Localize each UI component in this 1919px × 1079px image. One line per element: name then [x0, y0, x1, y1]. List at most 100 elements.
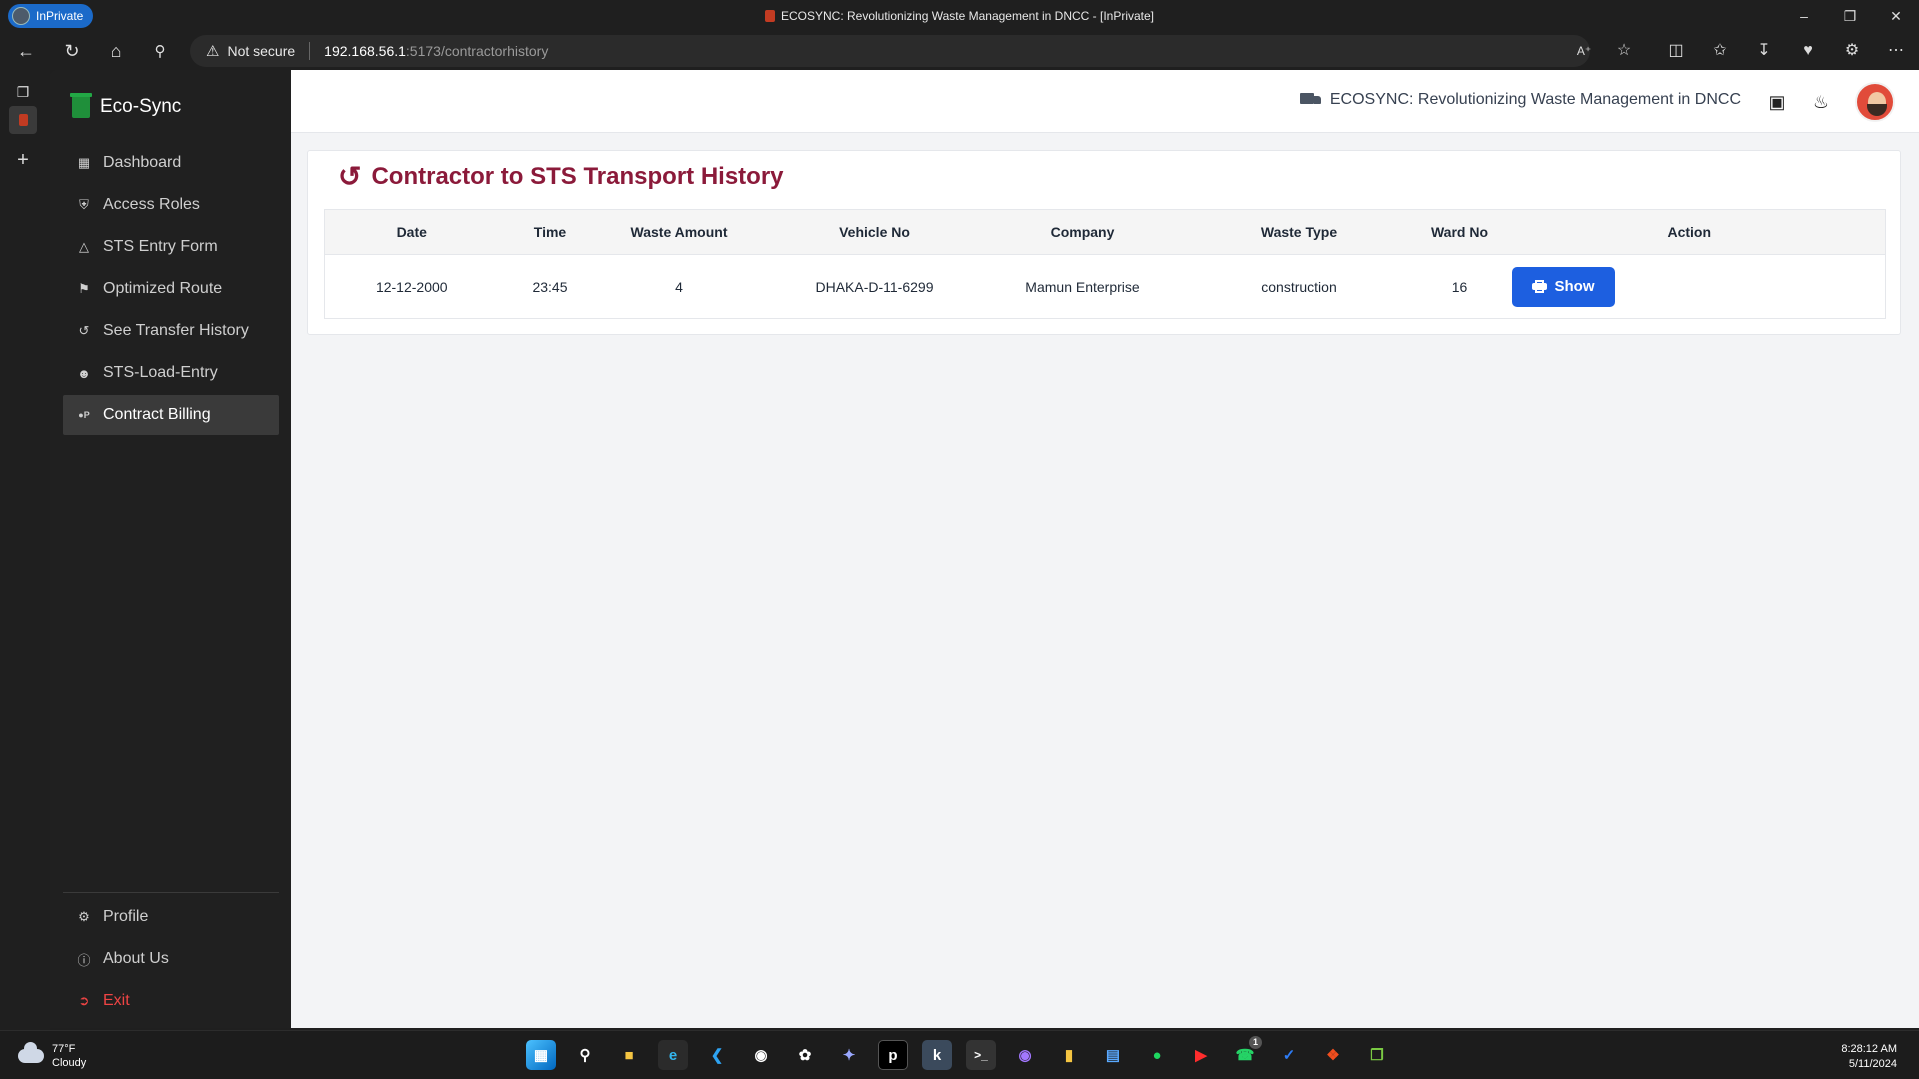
address-bar[interactable]: ⚠ Not secure 192.168.56.1:5173/contracto…: [190, 35, 1590, 67]
figma-icon[interactable]: ❖: [1318, 1040, 1348, 1070]
show-button-label: Show: [1554, 278, 1595, 295]
site-title-text: ECOSYNC: Revolutionizing Waste Managemen…: [1329, 91, 1741, 108]
windows-start-icon[interactable]: ▦: [526, 1040, 556, 1070]
sidebar-item-about-us[interactable]: ⓘ About Us: [63, 939, 279, 979]
new-tab-icon[interactable]: +: [9, 146, 37, 174]
more-menu-icon[interactable]: ⋯: [1885, 40, 1907, 62]
extensions-icon[interactable]: ⚙: [1841, 40, 1863, 62]
sidebar-nav: ▦ Dashboard ⛨ Access Roles △ STS Entry F…: [63, 143, 279, 437]
printer-icon: [1531, 280, 1547, 293]
brand[interactable]: Eco-Sync: [70, 93, 182, 118]
history-icon: ↺: [78, 323, 90, 338]
k-app-icon[interactable]: k: [922, 1040, 952, 1070]
notepad-icon[interactable]: ▤: [1098, 1040, 1128, 1070]
top-header: ECOSYNC: Revolutionizing Waste Managemen…: [291, 70, 1919, 133]
sidebar-item-label: Access Roles: [103, 196, 200, 213]
logout-icon: ➲: [78, 993, 90, 1008]
file-explorer-icon[interactable]: ■: [614, 1040, 644, 1070]
cell-date: 12-12-2000: [375, 278, 448, 295]
github-desktop-icon[interactable]: ◉: [1010, 1040, 1040, 1070]
sidebar-item-label: STS-Load-Entry: [103, 364, 218, 381]
cell-company: Mamun Enterprise: [1025, 278, 1140, 295]
url-path: :5173/contractorhistory: [405, 43, 549, 59]
favorites-icon[interactable]: ✩: [1709, 40, 1731, 62]
restore-icon[interactable]: ❐: [1827, 0, 1873, 32]
android-studio-icon[interactable]: ❒: [1362, 1040, 1392, 1070]
security-label[interactable]: Not secure: [227, 43, 295, 59]
pycharm-icon[interactable]: p: [878, 1040, 908, 1070]
tab-actions-icon[interactable]: ❐: [9, 78, 37, 106]
vscode-icon[interactable]: ❮: [702, 1040, 732, 1070]
todo-icon[interactable]: ✓: [1274, 1040, 1304, 1070]
sticky-notes-icon[interactable]: ▮: [1054, 1040, 1084, 1070]
whatsapp-icon[interactable]: ☎ 1: [1230, 1036, 1262, 1070]
column-header-company: Company: [1050, 224, 1115, 240]
youtube-icon[interactable]: ▶: [1186, 1040, 1216, 1070]
column-header-vehicle-no: Vehicle No: [839, 224, 910, 240]
bell-icon[interactable]: ♨: [1809, 90, 1833, 114]
site-title: ECOSYNC: Revolutionizing Waste Managemen…: [1299, 91, 1741, 109]
cell-ward-no: 16: [1451, 278, 1468, 295]
sidebar-item-sts-entry-form[interactable]: △ STS Entry Form: [63, 227, 279, 267]
sidebar-item-label: STS Entry Form: [103, 238, 218, 255]
split-screen-icon[interactable]: ◫: [1665, 40, 1687, 62]
close-icon[interactable]: ✕: [1873, 0, 1919, 32]
temperature: 77°F: [52, 1043, 76, 1055]
sidebar-item-label: See Transfer History: [103, 322, 249, 339]
sidebar-item-contract-billing[interactable]: ●P Contract Billing: [63, 395, 279, 435]
download-icon[interactable]: ↧: [1753, 40, 1775, 62]
sidebar-item-label: Contract Billing: [103, 406, 211, 423]
chatgpt-icon[interactable]: ✿: [790, 1040, 820, 1070]
cube-icon: △: [79, 239, 89, 254]
browser-essentials-icon[interactable]: ♥: [1797, 40, 1819, 62]
sidebar-item-optimized-route[interactable]: ⚑ Optimized Route: [63, 269, 279, 309]
copilot-icon[interactable]: ✦: [834, 1040, 864, 1070]
cell-time: 23:45: [532, 278, 568, 295]
table-header-row: Date Time Waste Amount Vehicle No Compan…: [324, 209, 1886, 255]
system-clock[interactable]: 8:28:12 AM 5/11/2024: [1841, 1042, 1897, 1072]
sidebar-item-profile[interactable]: ⚙ Profile: [63, 897, 279, 937]
sidebar-item-label: Exit: [103, 992, 130, 1009]
column-header-waste-type: Waste Type: [1260, 224, 1338, 240]
back-arrow-icon[interactable]: ←: [12, 38, 40, 64]
read-aloud-icon[interactable]: A⁺: [1573, 40, 1595, 62]
avatar[interactable]: [1855, 82, 1895, 122]
page-title-text: Contractor to STS Transport History: [371, 163, 784, 190]
active-tab-favicon-icon[interactable]: [9, 106, 37, 134]
history-card: ↺ Contractor to STS Transport History Da…: [307, 150, 1901, 335]
sidebar-item-access-roles[interactable]: ⛨ Access Roles: [63, 185, 279, 225]
github-icon[interactable]: ◉: [746, 1040, 776, 1070]
terminal-icon[interactable]: >_: [966, 1040, 996, 1070]
spotify-icon[interactable]: ●: [1142, 1040, 1172, 1070]
sidebar-item-sts-load-entry[interactable]: ☻ STS-Load-Entry: [63, 353, 279, 393]
sidebar-item-label: Profile: [103, 908, 149, 925]
shield-icon: ⛨: [79, 197, 89, 212]
favorite-star-icon[interactable]: ☆: [1613, 40, 1635, 62]
refresh-icon[interactable]: ↻: [58, 38, 86, 64]
help-icon: ⓘ: [77, 952, 91, 968]
minimize-icon[interactable]: –: [1781, 0, 1827, 32]
home-icon[interactable]: ⌂: [102, 38, 130, 64]
main-content: ECOSYNC: Revolutionizing Waste Managemen…: [291, 70, 1919, 1028]
sidebar-item-see-transfer-history[interactable]: ↺ See Transfer History: [63, 311, 279, 351]
edge-browser-icon[interactable]: e: [658, 1040, 688, 1070]
search-icon[interactable]: ⚲: [146, 38, 174, 64]
cloud-icon: [18, 1042, 44, 1063]
pay-icon: ●P: [78, 410, 90, 420]
cell-vehicle-no: DHAKA-D-11-6299: [815, 278, 934, 295]
sidebar-item-dashboard[interactable]: ▦ Dashboard: [63, 143, 279, 183]
column-header-ward-no: Ward No: [1430, 224, 1489, 240]
show-button[interactable]: Show: [1511, 266, 1615, 307]
sidebar-item-exit[interactable]: ➲ Exit: [63, 981, 279, 1021]
site-favicon-icon: [764, 10, 775, 22]
search-icon[interactable]: ⚲: [570, 1040, 600, 1070]
chat-icon[interactable]: ▣: [1765, 90, 1789, 114]
sidebar: Eco-Sync ▦ Dashboard ⛨ Access Roles △ ST…: [50, 70, 291, 1028]
transport-history-table: Date Time Waste Amount Vehicle No Compan…: [324, 209, 1886, 319]
weather-widget[interactable]: 77°F Cloudy: [18, 1042, 86, 1070]
brand-name: Eco-Sync: [100, 96, 182, 117]
column-header-time: Time: [533, 224, 567, 240]
gear-icon: ⚙: [78, 909, 90, 924]
column-header-waste-amount: Waste Amount: [630, 224, 728, 240]
map-icon: ⚑: [78, 281, 90, 296]
